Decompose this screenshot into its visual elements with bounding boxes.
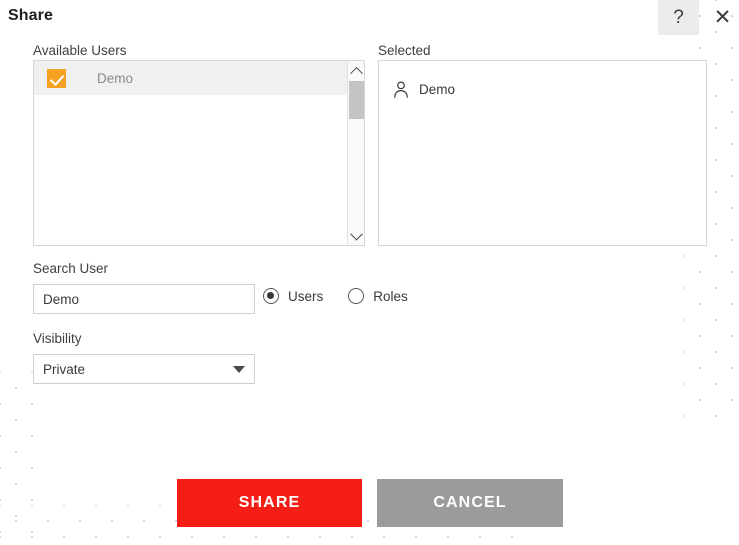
visibility-value: Private [43,361,86,377]
radio-roles-label: Roles [373,288,408,304]
person-icon [394,81,408,98]
radio-users-circle[interactable] [263,288,279,304]
scroll-down-icon[interactable] [348,227,364,244]
page-title: Share [8,7,53,24]
radio-users[interactable]: Users [263,288,323,304]
radio-users-label: Users [288,288,324,304]
scope-radio-group: Users Roles [263,288,433,304]
search-input[interactable] [33,284,255,314]
selected-users-list[interactable]: Demo [378,60,707,246]
chevron-down-icon [233,365,245,373]
cancel-button[interactable]: CANCEL [377,479,563,527]
list-item[interactable]: Demo [34,61,364,95]
radio-roles[interactable]: Roles [348,288,408,304]
selected-users-label: Selected [378,43,431,58]
user-checkbox[interactable] [47,68,66,88]
list-item-label: Demo [97,70,134,86]
available-users-label: Available Users [33,43,127,58]
visibility-select[interactable]: Private [33,354,255,384]
share-button[interactable]: SHARE [177,479,362,527]
radio-roles-circle[interactable] [348,288,365,304]
scroll-up-icon[interactable] [348,62,364,80]
help-icon[interactable]: ? [658,0,699,35]
visibility-label: Visibility [33,331,82,346]
list-item[interactable]: Demo [379,74,706,104]
close-icon[interactable]: ✕ [706,0,739,35]
list-item-label: Demo [419,81,456,97]
scrollbar[interactable] [347,61,364,245]
scrollbar-thumb[interactable] [349,81,364,119]
search-user-label: Search User [33,261,109,276]
available-users-list[interactable]: Demo [33,60,365,246]
dot-pattern-left [0,372,40,545]
